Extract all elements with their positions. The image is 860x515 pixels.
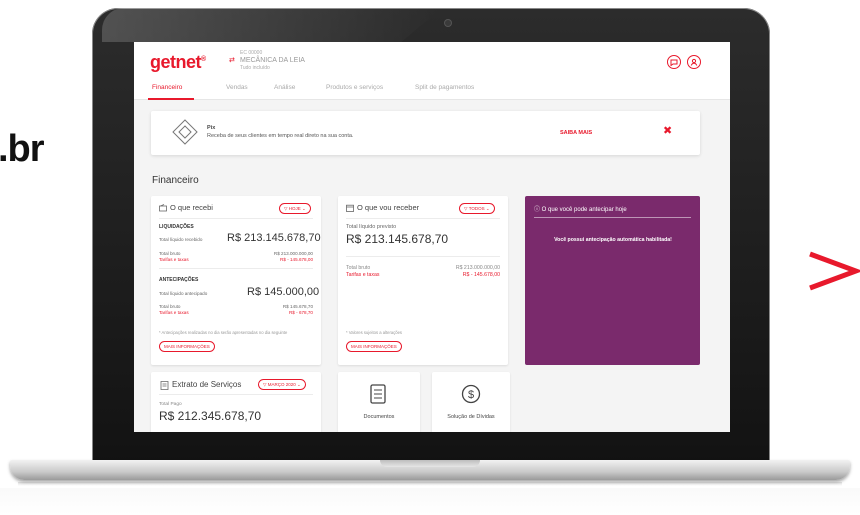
previsto-label: Total líquido previsto [346, 224, 397, 230]
mais-informacoes-button[interactable]: MAIS INFORMAÇÕES [159, 341, 215, 352]
card-title: Extrato de Serviços [172, 380, 242, 389]
tab-financeiro[interactable]: Financeiro [152, 84, 182, 91]
ant-bruto-label: Total bruto [159, 304, 181, 309]
filter-mes-dropdown[interactable]: ▽ MARÇO 2020 ⌄ [258, 379, 306, 390]
getnet-logo[interactable]: getnet® [150, 52, 206, 73]
page-title: Financeiro [152, 175, 199, 186]
card-o-que-recebi: O que recebi ▽ HOJE ⌄ LIQUIDAÇÕES Total … [151, 196, 321, 365]
total-liquido-label: Total líquido recebido [159, 237, 203, 242]
divider [346, 218, 500, 219]
total-bruto-label: Total bruto [159, 251, 181, 256]
swap-merchant-icon[interactable]: ⇄ [229, 56, 235, 64]
antecipacoes-heading: ANTECIPAÇÕES [159, 277, 199, 283]
total-bruto-value: R$ 213.000.000,00 [273, 251, 313, 256]
info-icon: ⓘ [534, 207, 542, 213]
pix-banner: Pix Receba de seus clientes em tempo rea… [151, 111, 700, 155]
tab-split-pagamentos[interactable]: Split de pagamentos [415, 84, 474, 91]
tab-vendas[interactable]: Vendas [226, 84, 248, 91]
divider [346, 256, 500, 257]
tile-documentos[interactable]: Documentos [338, 372, 420, 432]
bruto-value: R$ 213.000.000,00 [455, 265, 500, 271]
filter-label: TODOS [468, 206, 485, 211]
total-pago-label: Total Pago [159, 402, 182, 407]
tarifas-label: Tarifas e taxas [346, 272, 380, 278]
tile-label: Documentos [363, 414, 395, 420]
user-icon[interactable] [687, 55, 701, 69]
ant-bruto-value: R$ 145.678,70 [282, 304, 313, 309]
total-antecipado-value: R$ 145.000,00 [247, 286, 320, 298]
pix-description: Receba de seus clientes em tempo real di… [207, 133, 354, 139]
tab-produtos-servicos[interactable]: Produtos e serviços [326, 84, 383, 91]
chevron-down-icon: ⌄ [300, 205, 306, 211]
laptop-shadow [18, 482, 842, 486]
antecipar-title: ⓘ O que você pode antecipar hoje [534, 204, 627, 213]
tile-label: Solução de Dívidas [447, 414, 495, 420]
stage: .br getnet® ⇄ EC 00000 MECÂNICA DA LEIA … [0, 0, 860, 515]
top-bar: getnet® ⇄ EC 00000 MECÂNICA DA LEIA Tudo… [134, 42, 730, 76]
merchant-selector[interactable]: EC 00000 MECÂNICA DA LEIA Tudo incluído [240, 50, 305, 71]
filter-label: MARÇO 2020 [267, 382, 296, 387]
antecipar-message: Você possui antecipação automática habil… [554, 237, 672, 243]
lid-glare [102, 8, 442, 42]
chevron-down-icon: ⌄ [295, 381, 301, 387]
chevron-right-icon [809, 251, 860, 291]
divider [159, 394, 313, 395]
active-tab-indicator [148, 98, 194, 100]
card-title: O que vou receber [357, 203, 420, 212]
bruto-label: Total bruto [346, 265, 371, 271]
saiba-mais-link[interactable]: SAIBA MAIS [560, 130, 592, 136]
app-screen: getnet® ⇄ EC 00000 MECÂNICA DA LEIA Tudo… [134, 42, 730, 432]
footnote: * Antecipações realizadas no dia serão a… [159, 330, 288, 335]
partial-domain-text: .br [0, 128, 45, 170]
card-title: O que recebi [170, 203, 213, 212]
tab-analise[interactable]: Análise [274, 84, 295, 91]
mais-informacoes-button[interactable]: MAIS INFORMAÇÕES [346, 341, 402, 352]
card-antecipar: ⓘ O que você pode antecipar hoje Você po… [525, 196, 700, 365]
dollar-icon: $ [461, 384, 481, 404]
merchant-name: MECÂNICA DA LEIA [240, 57, 305, 64]
divider [159, 268, 313, 269]
tarifas-value: R$ - 145.678,00 [280, 257, 313, 262]
filter-hoje-dropdown[interactable]: ▽ HOJE ⌄ [279, 203, 311, 214]
total-antecipado-label: Total líquido antecipado [159, 291, 208, 296]
pix-title: Pix [207, 125, 216, 131]
antecipar-title-text: O que você pode antecipar hoje [541, 207, 627, 213]
total-liquido-value: R$ 213.145.678,70 [227, 232, 321, 244]
receipt-icon [160, 381, 169, 390]
previsto-value: R$ 213.145.678,70 [346, 232, 449, 246]
filter-label: HOJE [288, 206, 301, 211]
ant-tarifas-value: R$ - 678,70 [288, 310, 313, 315]
card-o-que-vou-receber: O que vou receber ▽ TODOS ⌄ Total líquid… [338, 196, 508, 365]
chevron-down-icon: ⌄ [484, 205, 490, 211]
divider [159, 218, 313, 219]
tarifas-value: R$ - 145.678,00 [462, 272, 500, 278]
merchant-plan: Tudo incluído [240, 65, 270, 71]
document-icon [370, 384, 386, 404]
liquidacoes-heading: LIQUIDAÇÕES [159, 224, 194, 230]
filter-todos-dropdown[interactable]: ▽ TODOS ⌄ [459, 203, 495, 214]
laptop-notch [380, 460, 480, 467]
tarifas-label: Tarifas e taxas [159, 257, 189, 262]
card-extrato-servicos: Extrato de Serviços ▽ MARÇO 2020 ⌄ Total… [151, 372, 321, 432]
chat-icon[interactable] [667, 55, 681, 69]
tile-solucao-dividas[interactable]: $ Solução de Dívidas [432, 372, 510, 432]
nav-tabs: Financeiro Vendas Análise Produtos e ser… [134, 76, 730, 100]
footnote: * Valores sujeitos a alterações [346, 330, 403, 335]
wallet-icon [159, 204, 167, 212]
total-pago-value: R$ 212.345.678,70 [159, 409, 262, 423]
svg-text:$: $ [468, 389, 474, 401]
calendar-icon [346, 204, 354, 212]
pix-icon [172, 119, 198, 145]
webcam [445, 20, 451, 26]
floor [0, 488, 860, 515]
divider [534, 217, 691, 218]
ant-tarifas-label: Tarifas e taxas [159, 310, 189, 315]
close-icon[interactable]: ✖ [663, 126, 672, 137]
